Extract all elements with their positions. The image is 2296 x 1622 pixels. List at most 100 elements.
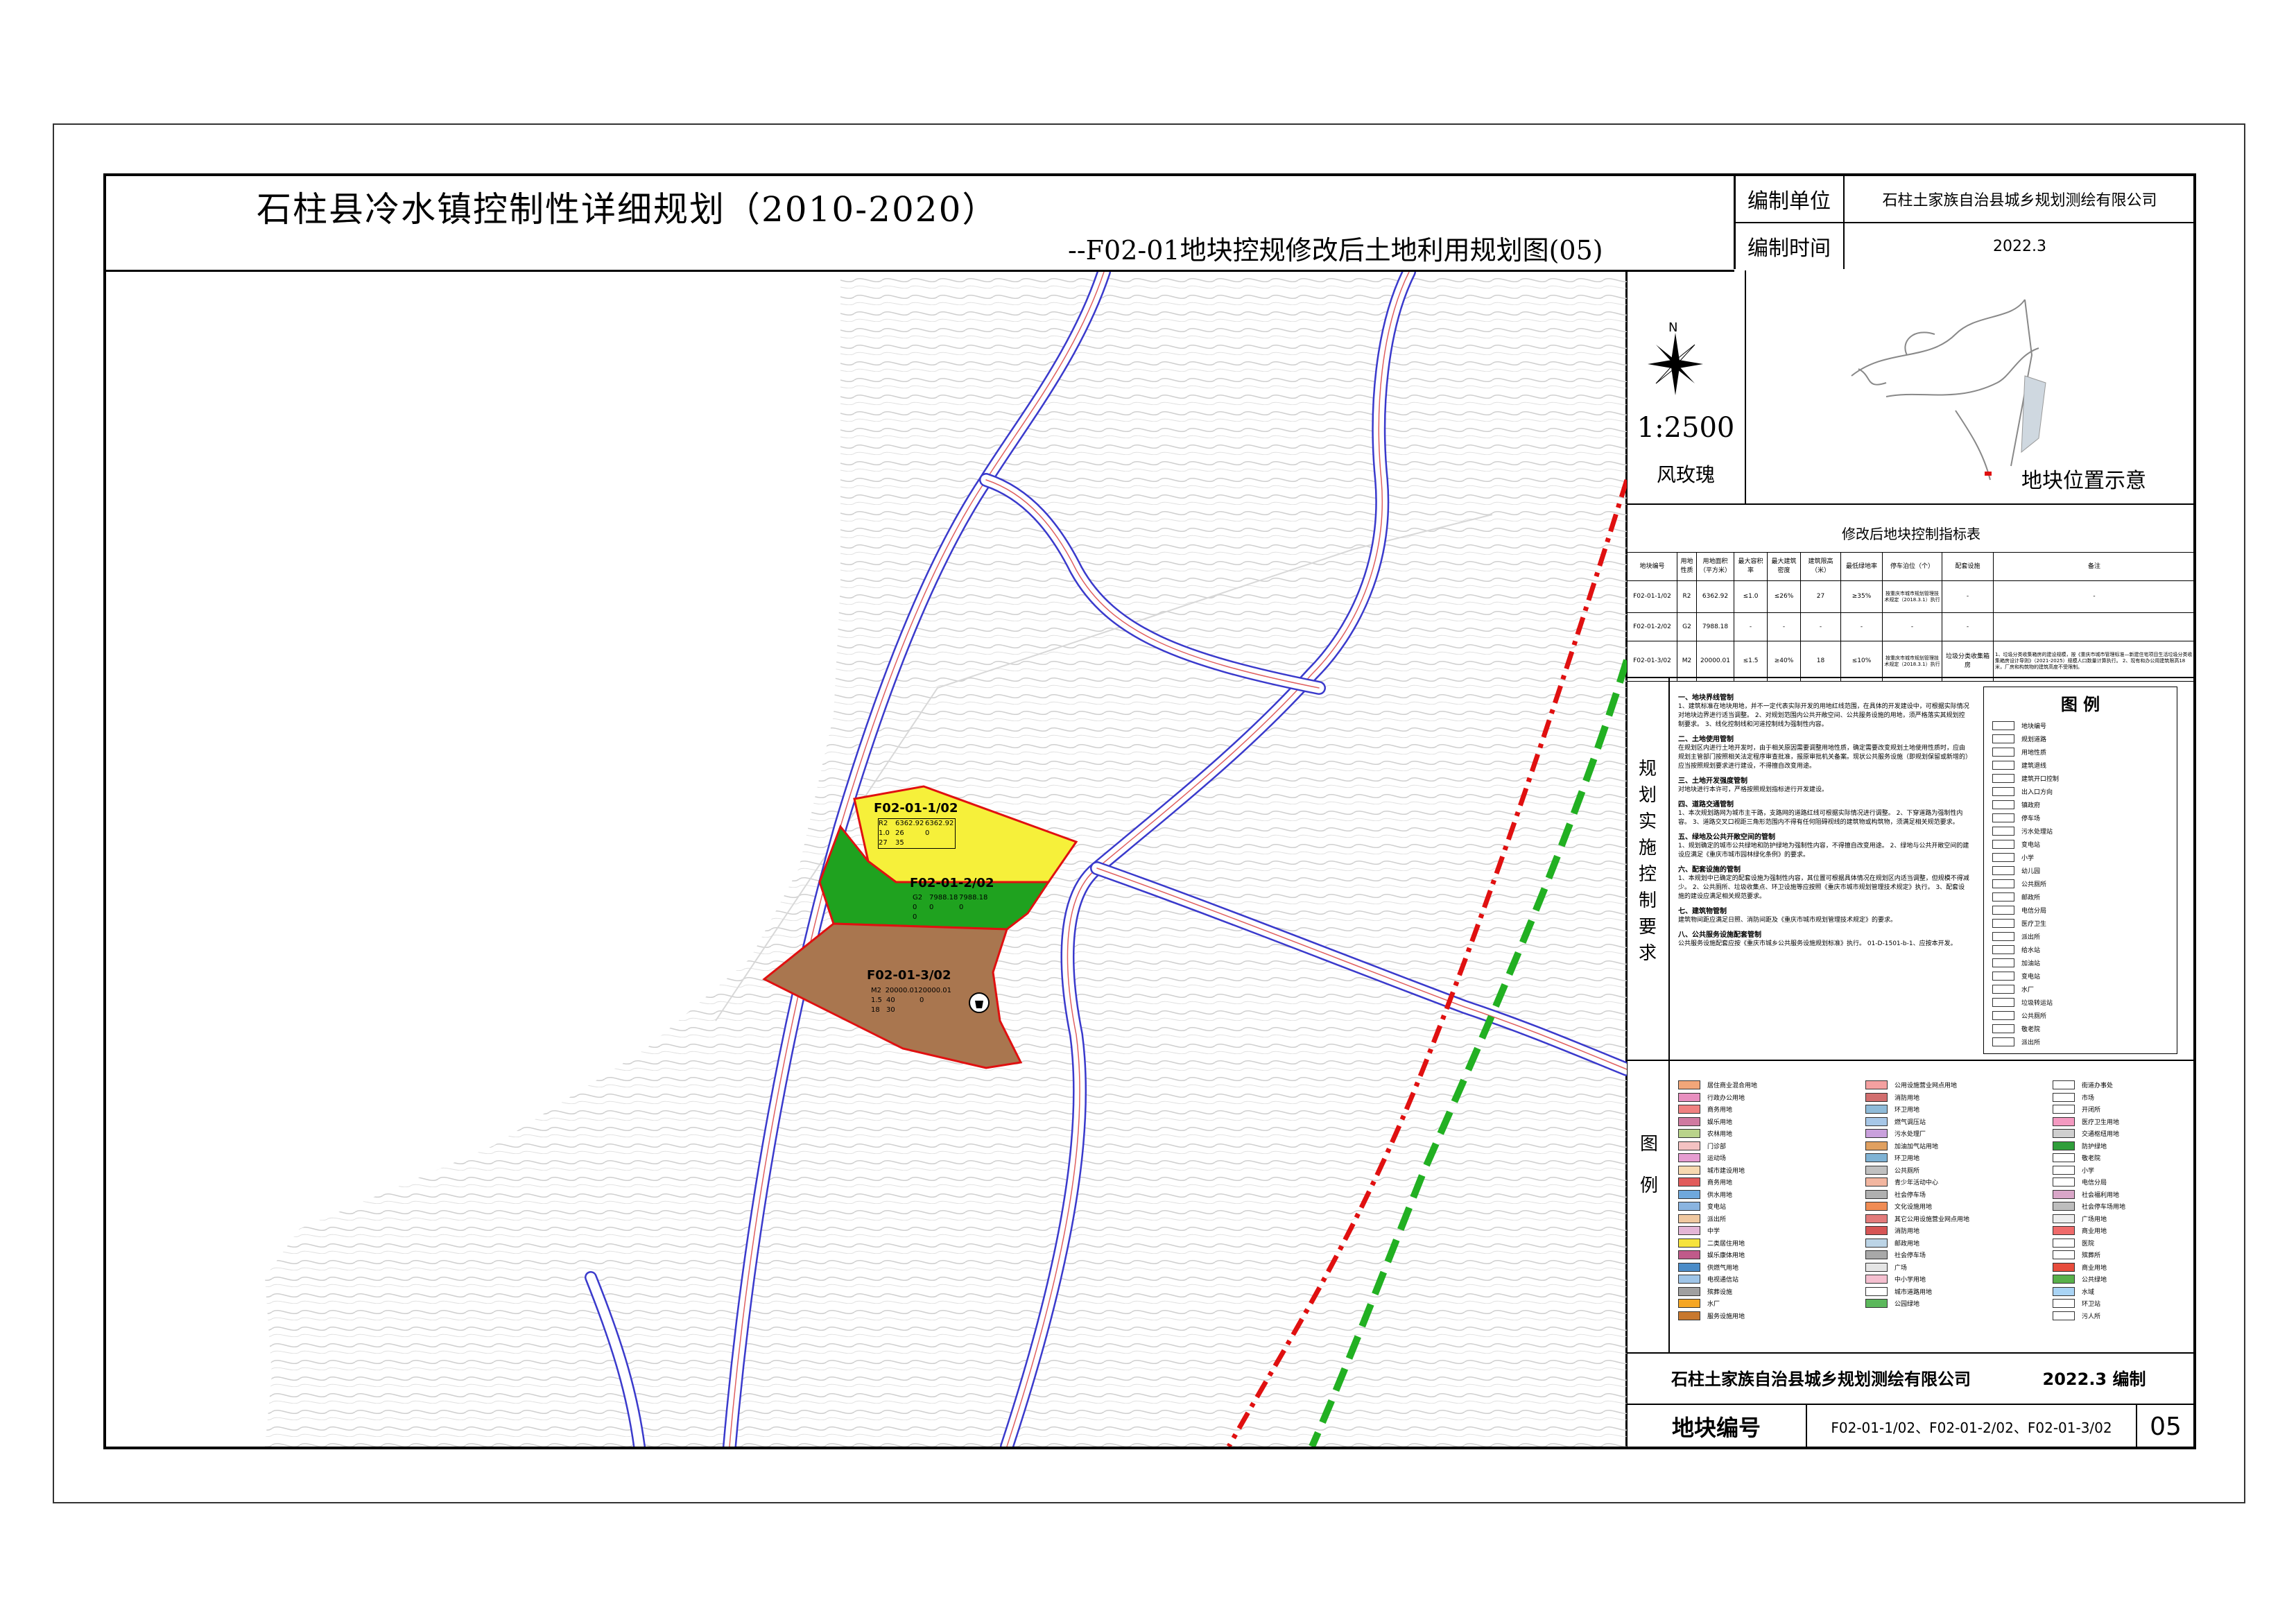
legend-swatch — [1992, 892, 2014, 901]
legend-item: 派出所 — [1992, 1035, 2173, 1049]
legend-label: 停车场 — [2021, 816, 2041, 822]
column-header: 地块编号 — [1627, 552, 1677, 581]
legend-item: 青少年活动中心 — [1865, 1176, 2032, 1189]
table-cell: 20000.01 — [1696, 641, 1734, 682]
legend-item: 电信分局 — [1992, 904, 2173, 917]
legend-item: 供水用地 — [1678, 1189, 1845, 1201]
legend-swatch — [1992, 866, 2014, 875]
legend-swatch — [1678, 1105, 1700, 1114]
requirements-title: 规划实施控制要求 — [1638, 759, 1657, 964]
plot-label: 地块编号 — [1671, 1415, 1761, 1441]
section-text: 1、本次规划路网为城市主干路，支路网的道路红线可根据实际情况进行调整。 2、下穿… — [1678, 810, 1963, 826]
legend-swatch — [1865, 1286, 1888, 1296]
footer-company: 石柱土家族自治县城乡规划测绘有限公司 — [1671, 1369, 1971, 1389]
column-header: 用地性质 — [1677, 552, 1697, 581]
legend-item: 加油站 — [1992, 956, 2173, 969]
legend-label: 殡葬设施 — [1707, 1288, 1733, 1296]
legend-label: 幼儿园 — [2021, 868, 2041, 875]
divider — [1668, 1061, 1670, 1352]
parcel-density: 26 — [895, 829, 904, 837]
legend-label: 公园绿地 — [1894, 1301, 1920, 1309]
column-header: 用地面积（平方米） — [1696, 552, 1734, 581]
legend-swatch — [2053, 1238, 2075, 1248]
legend-label: 变电站 — [1707, 1204, 1727, 1211]
legend-swatch — [2053, 1141, 2075, 1150]
legend-item: 供燃气用地 — [1678, 1261, 1845, 1274]
parcel-height: 27 — [879, 839, 888, 847]
legend-label: 其它公用设施营业网点用地 — [1894, 1216, 1970, 1223]
legend-swatch — [1992, 906, 2014, 915]
legend-swatch — [1865, 1105, 1888, 1114]
legend-bottom-title: 图 例 — [1639, 1134, 1658, 1196]
legend-label: 中小学用地 — [1894, 1277, 1926, 1284]
footer-date: 2022.3 编制 — [2042, 1369, 2146, 1389]
legend-swatch — [2053, 1129, 2075, 1139]
legend-swatch — [1992, 958, 2014, 967]
legend-swatch — [2053, 1092, 2075, 1102]
legend-label: 城市建设用地 — [1707, 1167, 1745, 1175]
legend-top-title: 图 例 — [2060, 694, 2100, 714]
legend-swatch — [1678, 1275, 1700, 1284]
legend-swatch — [1992, 853, 2014, 862]
time-label: 编制时间 — [1747, 236, 1831, 261]
legend-label: 商务用地 — [1707, 1107, 1733, 1114]
legend-swatch — [1678, 1116, 1700, 1126]
column-header: 最大容积率 — [1734, 552, 1768, 581]
legend-item: 商业用地 — [2053, 1225, 2191, 1237]
section-heading: 六、配套设施的管制 — [1678, 866, 1741, 874]
legend-swatch — [1678, 1177, 1700, 1187]
legend-item: 水域 — [2053, 1286, 2191, 1298]
legend-item: 居住商业混合用地 — [1678, 1079, 1845, 1092]
legend-item: 小学 — [2053, 1164, 2191, 1177]
table-row: F02-01-1/02 R2 6362.92 ≤1.0 ≤26% 27 ≥35%… — [1627, 580, 2195, 613]
legend-swatch — [2053, 1189, 2075, 1199]
legend-swatch — [1992, 721, 2014, 730]
legend-label: 社会停车场 — [1894, 1252, 1926, 1260]
legend-swatch — [1865, 1165, 1888, 1175]
legend-swatch — [2053, 1153, 2075, 1163]
table-cell: 7988.18 — [1696, 612, 1734, 641]
legend-label: 娱乐用地 — [1707, 1119, 1733, 1126]
parcel-far: 1.5 — [871, 997, 882, 1004]
legend-label: 商业用地 — [2082, 1228, 2107, 1236]
legend-label: 规划道路 — [2021, 736, 2047, 743]
legend-item: 其它公用设施营业网点用地 — [1865, 1213, 2032, 1225]
legend-top-list: 地块编号 规划道路 用地性质 建筑退线 建筑开口控制 出入口方向 镇政府 停车场 污水处理站 变电… — [1992, 719, 2173, 1049]
table-cell: 按重庆市城市规划管理技术规定（2018.3.1）执行 — [1882, 580, 1942, 613]
legend-label: 加油加气站用地 — [1894, 1143, 1939, 1150]
legend-swatch — [2053, 1165, 2075, 1175]
legend-item: 水厂 — [1992, 983, 2173, 996]
legend-swatch — [1678, 1092, 1700, 1102]
legend-label: 运动场 — [1707, 1155, 1727, 1163]
section-text: 建筑物间距应满足日照、消防间距及《重庆市城市规划管理技术规定》的要求。 — [1678, 917, 1897, 924]
table-cell: ≥35% — [1840, 580, 1883, 613]
legend-swatch — [1678, 1129, 1700, 1139]
table-cell: 27 — [1800, 580, 1841, 613]
table-cell: ≤26% — [1767, 580, 1801, 613]
legend-item: 污水处理厂 — [1865, 1128, 2032, 1140]
legend-item: 文化设施用地 — [1865, 1200, 2032, 1213]
legend-swatch — [1992, 774, 2014, 783]
parcel-label: F02-01-1/02 — [874, 801, 958, 816]
legend-item: 消防用地 — [1865, 1225, 2032, 1237]
parcel-area: 20000.01 — [918, 987, 951, 994]
legend-swatch — [1992, 1024, 2014, 1033]
legend-label: 邮政所 — [2021, 895, 2041, 901]
legend-item: 娱乐康体用地 — [1678, 1249, 1845, 1261]
section-text: 1、规划确定的城市公共绿地和防护绿地为强制性内容，不得擅自改变用途。 2、绿地与… — [1678, 843, 1969, 859]
legend-label: 交通枢纽用地 — [2082, 1131, 2120, 1139]
legend-label: 娱乐康体用地 — [1707, 1252, 1745, 1260]
legend-item: 派出所 — [1992, 930, 2173, 943]
section-text: 公共服务设施配套应按《重庆市城乡公共服务设施规划标准》执行。 01-D-1501… — [1678, 940, 1957, 947]
legend-label: 垃圾转运站 — [2021, 1000, 2053, 1007]
legend-item: 变电站 — [1678, 1200, 1845, 1213]
table-cell: M2 — [1677, 641, 1697, 682]
section-heading: 八、公共服务设施配套管制 — [1678, 931, 1761, 939]
legend-label: 公共厕所 — [2021, 881, 2047, 888]
legend-label: 社会停车场 — [1894, 1191, 1926, 1199]
legend-swatch — [1992, 734, 2014, 743]
legend-column: 公用设施营业网点用地 消防用地 环卫用地 燃气调压站 污水处理厂 加油加气站用地 环卫用地公… — [1865, 1079, 2032, 1310]
legend-label: 二类居住用地 — [1707, 1240, 1745, 1248]
legend-swatch — [1992, 787, 2014, 796]
legend-label: 青少年活动中心 — [1894, 1180, 1939, 1187]
